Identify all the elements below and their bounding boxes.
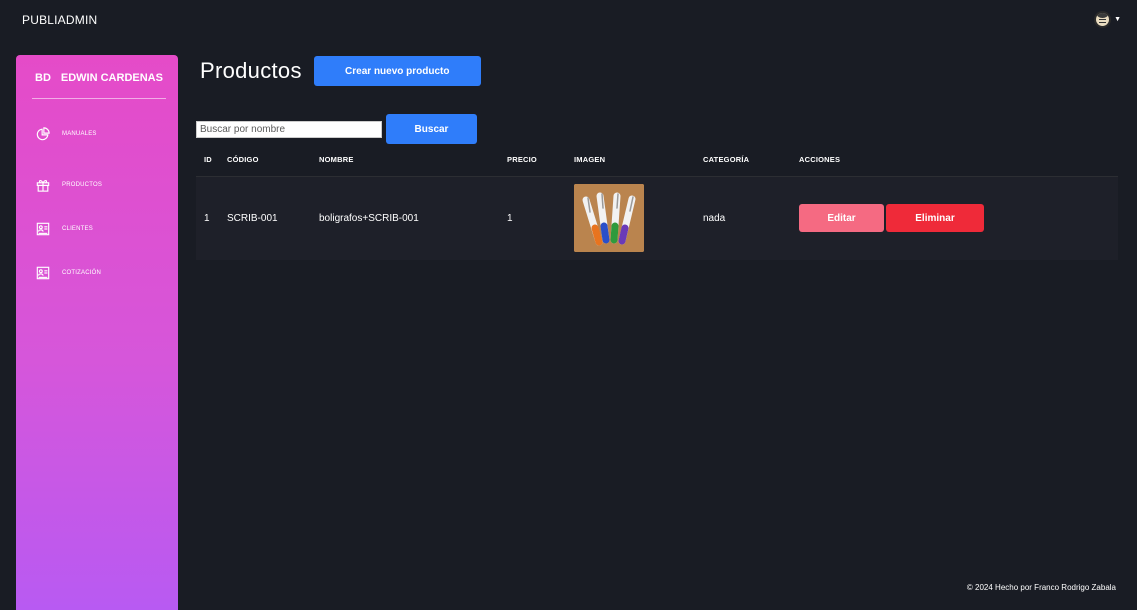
column-header-price: PRECIO [507, 143, 574, 177]
cell-actions: Editar Eliminar [799, 176, 1118, 260]
top-navbar: PUBLIADMIN ▼ [0, 0, 1137, 39]
products-table: ID CÓDIGO NOMBRE PRECIO IMAGEN CATEGORÍA… [196, 143, 1118, 260]
column-header-actions: ACCIONES [799, 143, 1118, 177]
user-avatar-icon[interactable] [1094, 11, 1112, 28]
id-card-icon [36, 222, 50, 236]
page-title: Productos [200, 58, 302, 83]
footer-credit: © 2024 Hecho por Franco Rodrigo Zabala [966, 583, 1116, 592]
create-product-button[interactable]: Crear nuevo producto [313, 56, 481, 86]
cell-price: 1 [507, 176, 574, 260]
cell-code: SCRIB-001 [227, 176, 319, 260]
user-initials: BD [35, 72, 51, 84]
cell-id: 1 [196, 176, 227, 260]
search-button[interactable]: Buscar [386, 114, 477, 144]
sidebar: BD EDWIN CARDENAS MANUALES PRODUCTOS CLI… [16, 55, 178, 610]
sidebar-item-label: MANUALES [62, 131, 97, 137]
sidebar-user: BD EDWIN CARDENAS [16, 68, 178, 88]
column-header-category: CATEGORÍA [703, 143, 799, 177]
sidebar-divider [32, 98, 166, 99]
sidebar-item-label: PRODUCTOS [62, 182, 103, 188]
caret-down-icon[interactable]: ▼ [1114, 16, 1121, 23]
pie-chart-icon [36, 127, 50, 141]
column-header-id: ID [196, 143, 227, 177]
cell-category: nada [703, 176, 799, 260]
sidebar-item-label: COTIZACIÓN [62, 270, 101, 276]
gift-icon [36, 178, 50, 192]
edit-button[interactable]: Editar [799, 204, 884, 233]
product-image [574, 184, 644, 253]
column-header-image: IMAGEN [574, 143, 703, 177]
sidebar-item-manuales[interactable]: MANUALES [16, 119, 178, 149]
table-row: 1 SCRIB-001 boligrafos+SCRIB-001 1 nada … [196, 176, 1118, 260]
main-content: Productos Crear nuevo producto Buscar ID… [196, 55, 1121, 260]
sidebar-item-label: CLIENTES [62, 226, 93, 232]
sidebar-nav: MANUALES PRODUCTOS CLIENTES COTIZACIÓN [16, 119, 178, 295]
sidebar-item-productos[interactable]: PRODUCTOS [16, 163, 178, 207]
brand-logo[interactable]: PUBLIADMIN [22, 13, 97, 27]
delete-button[interactable]: Eliminar [886, 204, 984, 233]
user-menu[interactable]: ▼ [1094, 11, 1121, 28]
search-bar: Buscar [196, 114, 1121, 144]
column-header-name: NOMBRE [319, 143, 507, 177]
cell-name: boligrafos+SCRIB-001 [319, 176, 507, 260]
user-name: EDWIN CARDENAS [60, 72, 163, 84]
search-input[interactable] [196, 120, 382, 138]
table-header-row: ID CÓDIGO NOMBRE PRECIO IMAGEN CATEGORÍA… [196, 143, 1118, 177]
sidebar-item-cotizacion[interactable]: COTIZACIÓN [16, 251, 178, 295]
page-header: Productos Crear nuevo producto [196, 55, 1121, 87]
id-card-icon [36, 266, 50, 280]
cell-image [574, 176, 703, 260]
sidebar-item-clientes[interactable]: CLIENTES [16, 207, 178, 251]
column-header-code: CÓDIGO [227, 143, 319, 177]
